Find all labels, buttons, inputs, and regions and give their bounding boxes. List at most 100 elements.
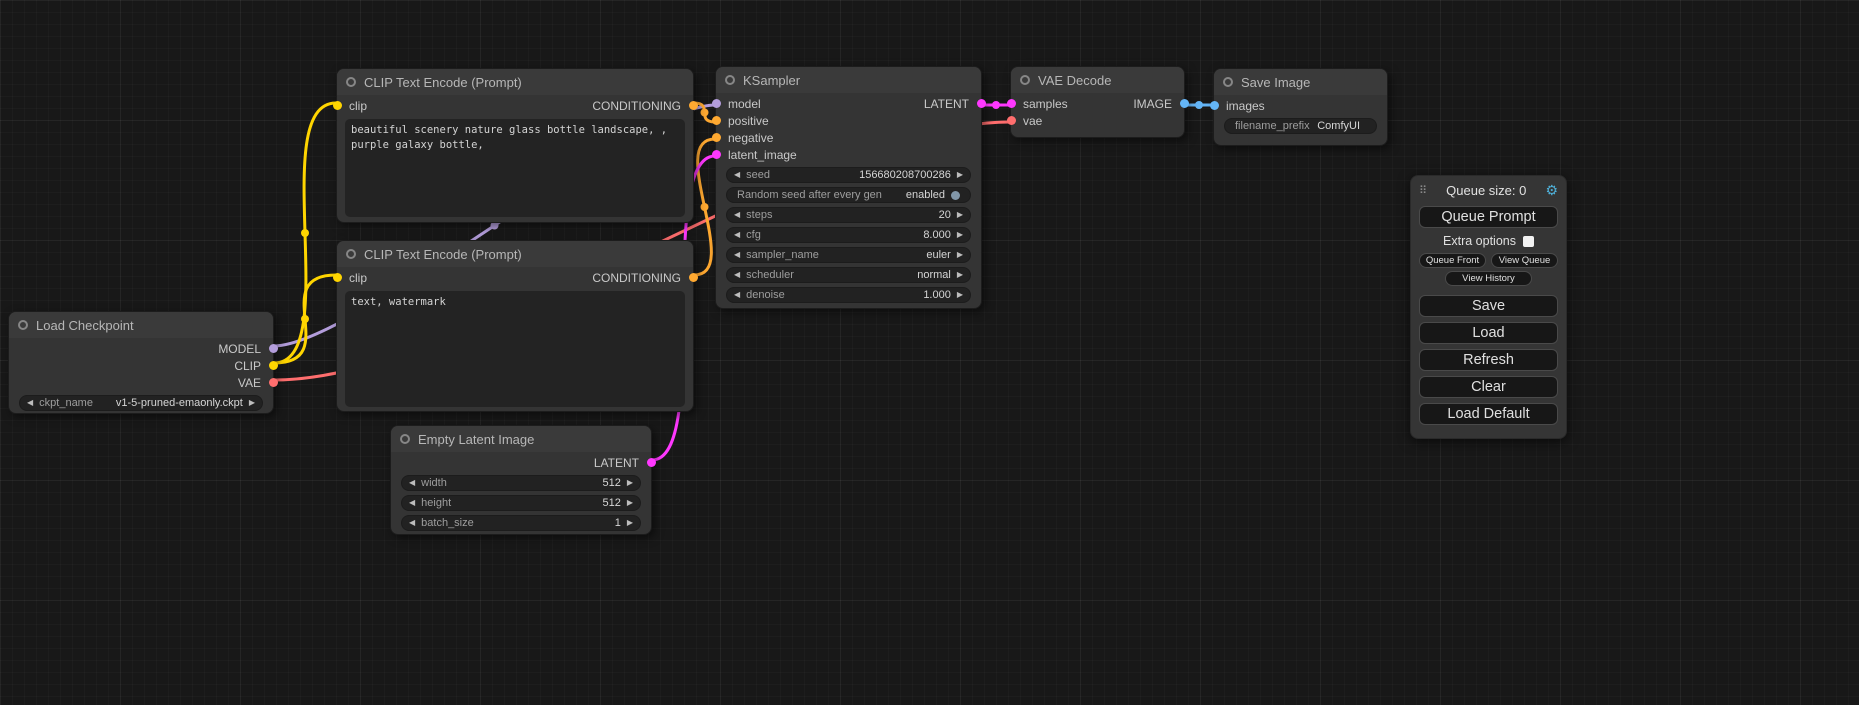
collapse-dot-icon[interactable]: [1020, 75, 1030, 85]
input-port-clip[interactable]: [333, 101, 342, 110]
node-load-checkpoint-header[interactable]: Load Checkpoint: [9, 312, 273, 338]
widget-filename-prefix[interactable]: filename_prefix ComfyUI: [1224, 118, 1377, 134]
input-port-samples[interactable]: [1007, 99, 1016, 108]
node-clip-positive-header[interactable]: CLIP Text Encode (Prompt): [337, 69, 693, 95]
widget-cfg[interactable]: ◀ cfg 8.000 ▶: [726, 227, 971, 243]
queue-size-label: Queue size: 0: [1427, 183, 1545, 198]
toggle-dot-icon[interactable]: [951, 191, 960, 200]
output-label-conditioning: CONDITIONING: [592, 99, 681, 113]
view-history-button[interactable]: View History: [1445, 271, 1531, 286]
node-ksampler-header[interactable]: KSampler: [716, 67, 981, 93]
decrement-arrow-icon[interactable]: ◀: [409, 515, 415, 531]
input-port-vae[interactable]: [1007, 116, 1016, 125]
node-vae-decode[interactable]: VAE Decode samples IMAGE vae: [1010, 66, 1185, 138]
increment-arrow-icon[interactable]: ▶: [627, 495, 633, 511]
widget-value: 1.000: [923, 289, 951, 301]
output-port-latent[interactable]: [977, 99, 986, 108]
input-port-negative[interactable]: [712, 133, 721, 142]
collapse-dot-icon[interactable]: [18, 320, 28, 330]
decrement-arrow-icon[interactable]: ◀: [409, 475, 415, 491]
node-load-checkpoint[interactable]: Load Checkpoint MODEL CLIP VAE ◀ ckpt_na…: [8, 311, 274, 414]
clear-button[interactable]: Clear: [1419, 376, 1558, 398]
prev-value-arrow-icon[interactable]: ◀: [734, 247, 740, 263]
next-value-arrow-icon[interactable]: ▶: [957, 247, 963, 263]
prompt-textarea[interactable]: text, watermark: [345, 291, 685, 407]
increment-arrow-icon[interactable]: ▶: [627, 475, 633, 491]
node-save-image-header[interactable]: Save Image: [1214, 69, 1387, 95]
collapse-dot-icon[interactable]: [400, 434, 410, 444]
input-port-model[interactable]: [712, 99, 721, 108]
queue-front-button[interactable]: Queue Front: [1419, 253, 1486, 268]
increment-arrow-icon[interactable]: ▶: [627, 515, 633, 531]
node-save-image[interactable]: Save Image images filename_prefix ComfyU…: [1213, 68, 1388, 146]
node-ksampler[interactable]: KSampler model LATENT positive negative …: [715, 66, 982, 309]
decrement-arrow-icon[interactable]: ◀: [734, 227, 740, 243]
output-port-image[interactable]: [1180, 99, 1189, 108]
widget-batch-size[interactable]: ◀ batch_size 1 ▶: [401, 515, 641, 531]
output-port-latent[interactable]: [647, 458, 656, 467]
output-label-model: MODEL: [218, 342, 261, 356]
widget-denoise[interactable]: ◀ denoise 1.000 ▶: [726, 287, 971, 303]
increment-arrow-icon[interactable]: ▶: [957, 227, 963, 243]
collapse-dot-icon[interactable]: [346, 77, 356, 87]
collapse-dot-icon[interactable]: [1223, 77, 1233, 87]
node-graph-canvas[interactable]: Load Checkpoint MODEL CLIP VAE ◀ ckpt_na…: [0, 0, 1859, 705]
refresh-button[interactable]: Refresh: [1419, 349, 1558, 371]
prev-value-arrow-icon[interactable]: ◀: [27, 395, 33, 411]
wire-image-midpoint-dot: [1195, 101, 1203, 109]
input-port-images[interactable]: [1210, 101, 1219, 110]
node-empty-latent-header[interactable]: Empty Latent Image: [391, 426, 651, 452]
output-port-model[interactable]: [269, 344, 278, 353]
widget-sampler-name[interactable]: ◀ sampler_name euler ▶: [726, 247, 971, 263]
extra-options-checkbox[interactable]: [1523, 236, 1534, 247]
widget-random-seed-toggle[interactable]: Random seed after every gen enabled: [726, 187, 971, 203]
slot-row: latent_image: [716, 146, 981, 163]
decrement-arrow-icon[interactable]: ◀: [734, 167, 740, 183]
output-port-conditioning[interactable]: [689, 273, 698, 282]
increment-arrow-icon[interactable]: ▶: [957, 167, 963, 183]
queue-prompt-button[interactable]: Queue Prompt: [1419, 206, 1558, 228]
decrement-arrow-icon[interactable]: ◀: [409, 495, 415, 511]
drag-handle-icon[interactable]: ⠿: [1419, 184, 1427, 197]
prev-value-arrow-icon[interactable]: ◀: [734, 267, 740, 283]
load-button[interactable]: Load: [1419, 322, 1558, 344]
next-value-arrow-icon[interactable]: ▶: [249, 395, 255, 411]
node-vae-decode-header[interactable]: VAE Decode: [1011, 67, 1184, 93]
increment-arrow-icon[interactable]: ▶: [957, 207, 963, 223]
widget-height[interactable]: ◀ height 512 ▶: [401, 495, 641, 511]
widget-width[interactable]: ◀ width 512 ▶: [401, 475, 641, 491]
collapse-dot-icon[interactable]: [725, 75, 735, 85]
widget-value: v1-5-pruned-emaonly.ckpt: [116, 397, 243, 409]
widget-ckpt-name[interactable]: ◀ ckpt_name v1-5-pruned-emaonly.ckpt ▶: [19, 395, 263, 411]
output-port-clip[interactable]: [269, 361, 278, 370]
view-queue-button[interactable]: View Queue: [1491, 253, 1558, 268]
input-port-clip[interactable]: [333, 273, 342, 282]
queue-panel-header: ⠿ Queue size: 0 ⚙: [1419, 182, 1558, 199]
decrement-arrow-icon[interactable]: ◀: [734, 287, 740, 303]
node-clip-text-encode-positive[interactable]: CLIP Text Encode (Prompt) clip CONDITION…: [336, 68, 694, 223]
widget-seed[interactable]: ◀ seed 156680208700286 ▶: [726, 167, 971, 183]
node-clip-text-encode-negative[interactable]: CLIP Text Encode (Prompt) clip CONDITION…: [336, 240, 694, 412]
decrement-arrow-icon[interactable]: ◀: [734, 207, 740, 223]
widget-steps[interactable]: ◀ steps 20 ▶: [726, 207, 971, 223]
collapse-dot-icon[interactable]: [346, 249, 356, 259]
widget-value: 1: [615, 517, 621, 529]
widget-scheduler[interactable]: ◀ scheduler normal ▶: [726, 267, 971, 283]
output-port-conditioning[interactable]: [689, 101, 698, 110]
node-empty-latent-image[interactable]: Empty Latent Image LATENT ◀ width 512 ▶ …: [390, 425, 652, 535]
save-button[interactable]: Save: [1419, 295, 1558, 317]
input-port-positive[interactable]: [712, 116, 721, 125]
wire-conditioning-negative-midpoint-dot: [701, 203, 709, 211]
next-value-arrow-icon[interactable]: ▶: [957, 267, 963, 283]
load-default-button[interactable]: Load Default: [1419, 403, 1558, 425]
input-port-latent-image[interactable]: [712, 150, 721, 159]
wire-latent-vae-midpoint-dot: [992, 101, 1000, 109]
input-label-model: model: [728, 97, 761, 111]
settings-gear-icon[interactable]: ⚙: [1545, 182, 1558, 199]
output-port-vae[interactable]: [269, 378, 278, 387]
prompt-textarea[interactable]: beautiful scenery nature glass bottle la…: [345, 119, 685, 217]
slot-row: CLIP: [9, 357, 273, 374]
increment-arrow-icon[interactable]: ▶: [957, 287, 963, 303]
widget-label: steps: [746, 209, 772, 221]
node-clip-negative-header[interactable]: CLIP Text Encode (Prompt): [337, 241, 693, 267]
